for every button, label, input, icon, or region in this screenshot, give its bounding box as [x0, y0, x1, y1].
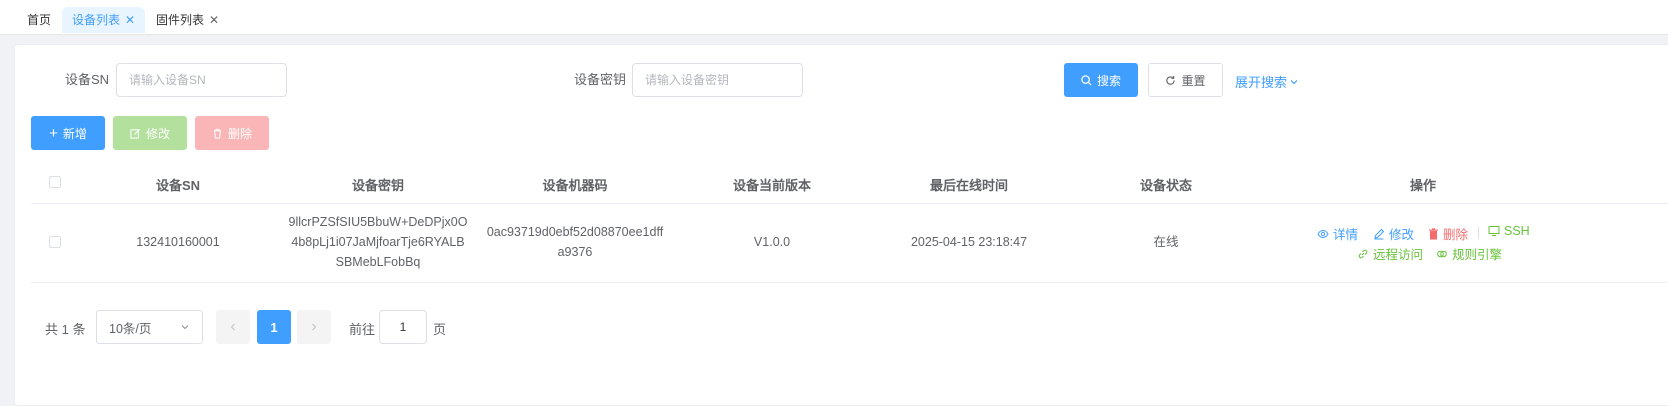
column-header-version: 设备当前版本 [732, 178, 812, 193]
expand-search-label: 展开搜索 [1235, 75, 1288, 90]
delete-button[interactable]: 删除 [195, 116, 269, 150]
chevron-down-icon [1289, 77, 1299, 87]
column-header-actions: 操作 [1409, 178, 1437, 193]
cell-key: 9llcrPZSfSIU5BbuW+DeDPjx0O 4b8pLj1i07JaM… [289, 212, 468, 272]
delete-action-label: 删除 [1443, 228, 1469, 242]
chevron-left-icon [228, 322, 238, 332]
rule-engine-action[interactable]: 规则引擎 [1436, 244, 1502, 263]
column-header-machine-code: 设备机器码 [542, 178, 608, 193]
search-button[interactable]: 搜索 [1064, 63, 1138, 97]
pagination-total: 共 1 条 [45, 322, 86, 337]
action-divider [1478, 227, 1479, 239]
detail-action[interactable]: 详情 [1317, 224, 1358, 243]
plus-icon: + [49, 124, 58, 142]
monitor-icon [1488, 225, 1500, 237]
prev-page-button[interactable] [216, 310, 250, 344]
column-header-key: 设备密钥 [351, 178, 405, 193]
page-unit-label: 页 [433, 322, 447, 337]
trash-icon [1428, 227, 1439, 240]
edit-action-label: 修改 [1389, 228, 1415, 242]
tab-firmware-list[interactable]: 固件列表 ✕ [146, 7, 229, 33]
remote-access-action[interactable]: 远程访问 [1357, 244, 1423, 263]
next-page-button[interactable] [297, 310, 331, 344]
reset-button-label: 重置 [1181, 73, 1206, 88]
edit-icon [130, 128, 141, 139]
key-search-input[interactable] [632, 63, 803, 97]
edit-action[interactable]: 修改 [1373, 224, 1414, 243]
column-header-status: 设备状态 [1139, 178, 1193, 193]
search-button-label: 搜索 [1096, 73, 1121, 88]
column-header-last-online: 最后在线时间 [929, 178, 1009, 193]
link-icon [1357, 248, 1369, 260]
row-checkbox[interactable] [49, 236, 61, 248]
cell-key-line: SBMebLFobBq [335, 255, 421, 269]
tab-bar: 首页 设备列表 ✕ 固件列表 ✕ [0, 0, 1668, 35]
cell-key-line: 9llcrPZSfSIU5BbuW+DeDPjx0O [288, 215, 468, 229]
sn-search-input[interactable] [116, 63, 287, 97]
main-card: 设备SN 设备密钥 搜索 重置 展开搜索 + 新增 修改 删除 [14, 44, 1668, 406]
refresh-icon [1165, 75, 1176, 86]
trash-icon [212, 128, 223, 139]
cell-machine-line: 0ac93719d0ebf52d08870ee1dff [486, 225, 664, 239]
goto-label: 前往 [349, 322, 376, 337]
close-icon[interactable]: ✕ [209, 13, 219, 27]
goto-page-input[interactable] [379, 310, 427, 344]
edit-button[interactable]: 修改 [113, 116, 187, 150]
page-size-value: 10条/页 [109, 321, 152, 336]
add-button-label: 新增 [62, 126, 87, 141]
reset-button[interactable]: 重置 [1148, 63, 1223, 97]
remote-access-label: 远程访问 [1373, 248, 1424, 262]
search-icon [1081, 74, 1092, 86]
add-button[interactable]: + 新增 [31, 116, 105, 150]
chevron-right-icon [309, 322, 319, 332]
tab-label: 首页 [27, 13, 52, 27]
row-divider [31, 282, 1668, 283]
cell-key-line: 4b8pLj1i07JaMjfoarTje6RYALB [291, 235, 465, 249]
link-icon [1436, 248, 1448, 260]
column-header-sn: 设备SN [155, 178, 201, 193]
header-divider [31, 203, 1668, 204]
eye-icon [1317, 228, 1329, 240]
cell-last-online: 2025-04-15 23:18:47 [910, 235, 1028, 249]
page-number-current[interactable]: 1 [257, 310, 291, 344]
detail-action-label: 详情 [1333, 228, 1359, 242]
close-icon[interactable]: ✕ [125, 13, 135, 27]
key-label: 设备密钥 [574, 72, 627, 87]
delete-action[interactable]: 删除 [1428, 224, 1468, 243]
cell-status: 在线 [1153, 235, 1179, 249]
ssh-action[interactable]: SSH [1488, 224, 1530, 238]
cell-version: V1.0.0 [753, 235, 791, 249]
cell-machine-line: a9376 [557, 245, 593, 259]
delete-button-label: 删除 [227, 126, 252, 141]
tab-home[interactable]: 首页 [17, 7, 61, 33]
expand-search-link[interactable]: 展开搜索 [1235, 72, 1299, 91]
cell-machine-code: 0ac93719d0ebf52d08870ee1dff a9376 [487, 222, 663, 262]
page-size-select[interactable]: 10条/页 [96, 310, 203, 344]
cell-sn: 132410160001 [136, 235, 220, 249]
ssh-action-label: SSH [1504, 224, 1530, 238]
select-all-checkbox[interactable] [49, 176, 61, 188]
rule-engine-label: 规则引擎 [1452, 248, 1503, 262]
tab-device-list[interactable]: 设备列表 ✕ [62, 7, 146, 33]
tab-label: 固件列表 [156, 13, 205, 27]
tab-label: 设备列表 [72, 13, 121, 27]
edit-button-label: 修改 [145, 126, 170, 141]
pencil-icon [1373, 228, 1385, 240]
sn-label: 设备SN [65, 72, 110, 87]
chevron-down-icon [180, 322, 190, 332]
